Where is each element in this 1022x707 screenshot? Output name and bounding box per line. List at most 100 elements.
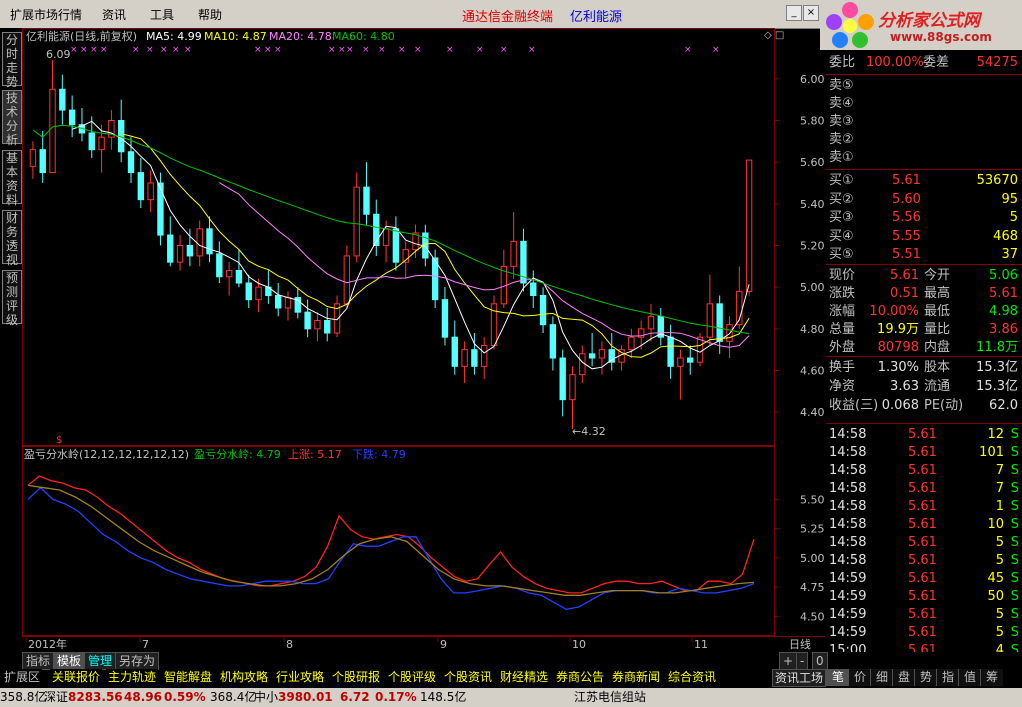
candle: [687, 345, 694, 375]
side-quote-tab[interactable]: 价: [848, 669, 871, 686]
sz-index: 8283.56: [68, 690, 123, 704]
nav-tab[interactable]: 券商新闻: [610, 669, 663, 685]
candle: [127, 137, 135, 183]
candle: [696, 333, 704, 367]
sub-y-tick-label: 4.75: [800, 581, 825, 594]
nav-tab[interactable]: 关联报价: [50, 669, 103, 685]
candle: [677, 349, 684, 400]
candle: [588, 333, 596, 367]
candle: [559, 349, 566, 417]
x-tick-label: 10: [572, 638, 586, 651]
nav-tab[interactable]: 行业攻略: [274, 669, 327, 685]
y-axis-ticks: 6.00 5.80 5.60 5.40 5.20 5.00 4.80 4.60 4.40: [800, 73, 825, 419]
tab-info-workshop[interactable]: 资讯工场: [772, 669, 827, 687]
signal-marker: ×: [160, 45, 168, 55]
candle: [98, 124, 105, 173]
stat-row: 总量 19.9万 量比 3.86: [829, 322, 1018, 337]
ma20-label: MA20: 4.78: [269, 30, 332, 43]
signal-marker: ×: [684, 45, 692, 55]
candle: [68, 95, 76, 138]
ma5-line: [71, 120, 750, 370]
signal-marker: ×: [80, 45, 88, 55]
x-tick-label: 7: [142, 638, 149, 651]
side-tabs: 分时走势 技术分析 基本资料 财务透视 预测评级: [0, 28, 22, 658]
signal-marker: ×: [346, 45, 354, 55]
candles: × × × × × × × × × × × × × × × × × × × × × × × × ×: [29, 45, 753, 429]
chart-menu-icon[interactable]: ◇ □: [764, 30, 784, 41]
buy-row: 买③ 5.56 5: [829, 210, 1018, 225]
sub-lines: [27, 475, 755, 610]
candle: [235, 249, 243, 288]
candle: [29, 141, 37, 179]
tab-intraday[interactable]: 分时走势: [2, 32, 22, 89]
nav-tab[interactable]: 主力轨迹: [106, 669, 159, 685]
candle: [176, 235, 184, 271]
stat2-row: 换手 1.30% 股本 15.3亿: [829, 360, 1018, 375]
signal-marker: ×: [338, 45, 346, 55]
nav-tab[interactable]: 机构攻略: [218, 669, 271, 685]
stat-row: 涨跌 0.51 最高 5.61: [829, 286, 1018, 301]
stat-row: 现价 5.61 今开 5.06: [829, 268, 1018, 283]
candle: [441, 287, 449, 346]
side-quote-tab[interactable]: 指: [936, 669, 959, 686]
nav-tab[interactable]: 综合资讯: [666, 669, 719, 685]
side-quote-tab[interactable]: 筹: [980, 669, 1003, 686]
x-tick-label: 11: [694, 638, 708, 651]
tab-save-as[interactable]: 另存为: [115, 652, 160, 670]
zoom-out-button[interactable]: -: [796, 652, 809, 670]
tab-manage[interactable]: 管理: [84, 652, 117, 670]
side-quote-tab[interactable]: 盘: [892, 669, 915, 686]
nav-tab[interactable]: 个股评级: [386, 669, 439, 685]
tick-row: 14:59 5.61 45 S: [829, 571, 1019, 586]
candle: [294, 287, 301, 319]
sell-row: 卖③: [829, 114, 854, 129]
side-quote-tab[interactable]: 势: [914, 669, 937, 686]
candle: [304, 299, 311, 338]
menu-item-news[interactable]: 资讯: [102, 6, 126, 23]
server-site: 江苏电信组站: [574, 690, 647, 704]
x-tick-label: 9: [440, 638, 447, 651]
side-quote-tab[interactable]: 值: [958, 669, 981, 686]
candle: [118, 99, 125, 163]
tick-row: 14:58 5.61 10 S: [829, 517, 1019, 532]
menu-item-tools[interactable]: 工具: [150, 6, 174, 23]
nav-tab[interactable]: 扩展区: [2, 669, 43, 685]
sell-row: 卖⑤: [829, 78, 854, 93]
signal-marker: ×: [100, 45, 108, 55]
menu-item-help[interactable]: 帮助: [198, 6, 222, 23]
menu-item-market[interactable]: 扩展市场行情: [10, 6, 82, 23]
ma10-label: MA10: 4.87: [204, 30, 267, 43]
zoom-in-button[interactable]: +: [779, 652, 798, 670]
zoom-reset-button[interactable]: 0: [812, 652, 828, 670]
high-price-label: 6.09: [46, 48, 71, 61]
candle: [108, 110, 115, 150]
close-icon[interactable]: ×: [803, 5, 819, 21]
kline-chart[interactable]: × × × × × × × × × × × × × × × × × × × × × × × × × 6.005.805.605.…: [22, 28, 825, 656]
zx-index: 3980.01: [278, 690, 333, 704]
status-bar: 358.8亿 深证 8283.56 48.96 0.59% 368.4亿 中小 …: [0, 688, 1022, 707]
sub-y-tick-label: 5.00: [800, 552, 825, 565]
tab-finance[interactable]: 财务透视: [2, 210, 22, 267]
candle: [245, 274, 252, 308]
sub-rise-line: [27, 475, 755, 594]
nav-tab[interactable]: 个股资讯: [442, 669, 495, 685]
tab-indicator[interactable]: 指标: [22, 652, 55, 670]
candle: [451, 320, 458, 375]
app-title: 通达信金融终端: [462, 10, 554, 25]
nav-tab[interactable]: 券商公告: [554, 669, 607, 685]
tab-basic-info[interactable]: 基本资料: [2, 150, 22, 207]
tab-template[interactable]: 模板: [53, 652, 86, 670]
minimize-icon[interactable]: _: [786, 5, 802, 21]
nav-tab[interactable]: 个股研报: [330, 669, 383, 685]
candle: [628, 328, 635, 358]
side-quote-tab[interactable]: 笔: [826, 669, 849, 686]
tick-row: 14:59 5.61 50 S: [829, 589, 1019, 604]
side-quote-tab[interactable]: 细: [870, 669, 893, 686]
candle: [530, 270, 537, 308]
period-label: 日线: [789, 637, 811, 651]
nav-tab[interactable]: 财经精选: [498, 669, 551, 685]
nav-tab[interactable]: 智能解盘: [162, 669, 215, 685]
tab-technical[interactable]: 技术分析: [2, 90, 22, 147]
tab-forecast[interactable]: 预测评级: [2, 270, 22, 327]
candle: [598, 341, 606, 375]
